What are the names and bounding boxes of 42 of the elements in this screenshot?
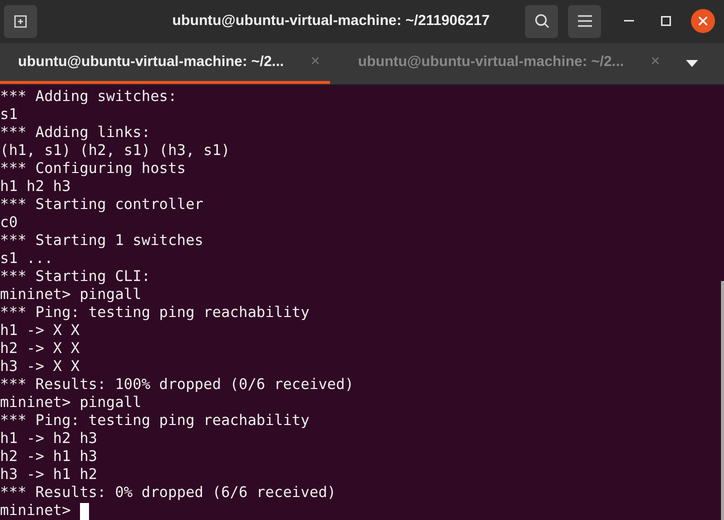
terminal-line: *** Ping: testing ping reachability — [0, 412, 310, 430]
terminal-line: *** Configuring hosts — [0, 160, 187, 178]
maximize-icon — [661, 16, 671, 26]
menu-icon — [578, 15, 592, 28]
search-icon — [534, 13, 550, 30]
new-tab-button[interactable] — [4, 4, 37, 38]
terminal-line: *** Ping: testing ping reachability — [0, 304, 310, 322]
scrollbar[interactable] — [721, 281, 724, 520]
terminal-line: h2 -> X X — [0, 340, 81, 358]
terminal-line: (h1, s1) (h2, s1) (h3, s1) — [0, 142, 231, 160]
terminal-line: h2 -> h1 h3 — [0, 448, 98, 466]
terminal-line: *** Adding links: — [0, 124, 152, 142]
tab-close-button[interactable]: × — [650, 52, 660, 71]
terminal-line: h1 h2 h3 — [0, 178, 72, 196]
terminal-line: s1 — [0, 106, 19, 124]
close-icon — [698, 16, 708, 26]
terminal-line: c0 — [0, 214, 19, 232]
terminal-line: s1 ... — [0, 250, 54, 268]
terminal-line: h3 -> X X — [0, 358, 81, 376]
terminal-line: mininet> pingall — [0, 394, 142, 412]
dropdown-arrow-icon[interactable] — [686, 60, 698, 67]
terminal-line: *** Adding switches: — [0, 88, 178, 106]
terminal-line: h3 -> h1 h2 — [0, 466, 98, 484]
tab-label: ubuntu@ubuntu-virtual-machine: ~/2... — [18, 54, 284, 70]
tab[interactable]: ubuntu@ubuntu-virtual-machine: ~/2... × — [340, 42, 670, 84]
terminal-line: *** Starting controller — [0, 196, 204, 214]
menu-button[interactable] — [568, 4, 601, 38]
terminal-line: *** Starting CLI: — [0, 268, 152, 286]
search-button[interactable] — [525, 4, 558, 38]
tab-close-button[interactable]: × — [310, 52, 320, 71]
terminal-prompt: mininet> — [0, 502, 71, 520]
terminal-line: *** Results: 0% dropped (6/6 received) — [0, 484, 338, 502]
terminal-line: *** Results: 100% dropped (0/6 received) — [0, 376, 355, 394]
new-tab-icon — [12, 13, 28, 30]
terminal-line: *** Starting 1 switches — [0, 232, 204, 250]
terminal-line: mininet> pingall — [0, 286, 142, 304]
window-title: ubuntu@ubuntu-virtual-machine: ~/211906217 — [171, 13, 491, 30]
terminal-line: h1 -> h2 h3 — [0, 430, 98, 448]
terminal-line: h1 -> X X — [0, 322, 81, 340]
close-button[interactable] — [691, 9, 715, 34]
tab-label: ubuntu@ubuntu-virtual-machine: ~/2... — [358, 54, 624, 70]
minimize-icon — [624, 20, 634, 22]
